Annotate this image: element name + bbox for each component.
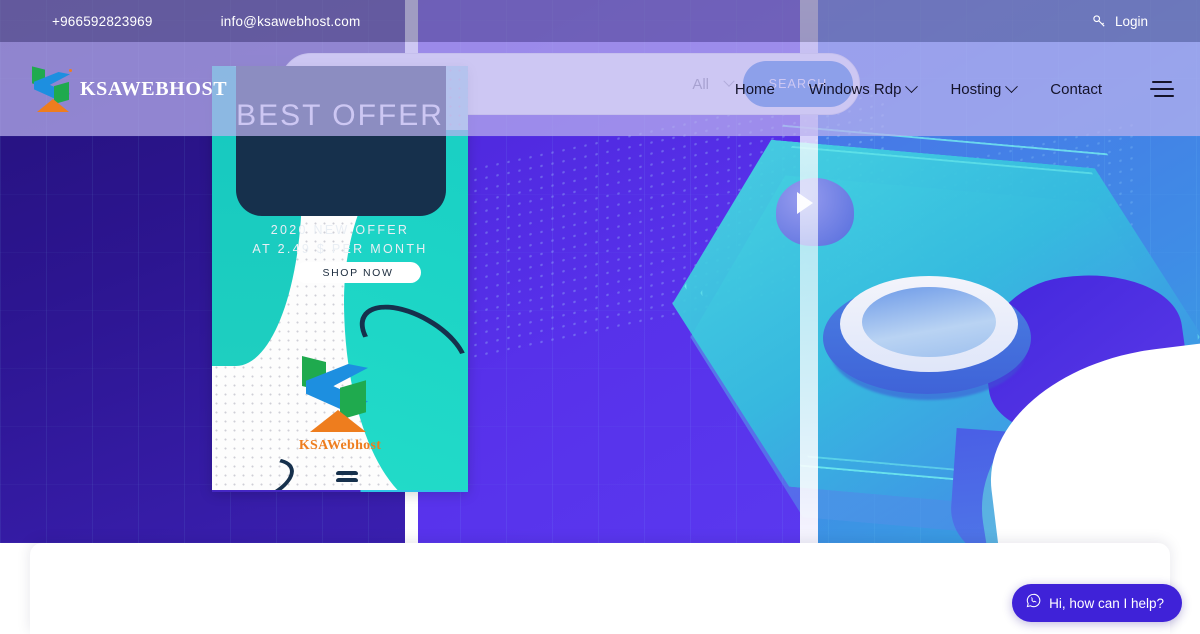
ksawebhost-logo-icon [32,66,72,112]
brand-logo-link[interactable]: KSAWEBHOST [32,66,227,112]
nav-item-contact-label: Contact [1050,80,1102,98]
email-address[interactable]: info@ksawebhost.com [221,14,361,29]
ksawebhost-logo-icon [302,356,370,432]
promo-subline: 2020 NEW OFFER AT 2.49 $ PER MONTH [212,221,468,259]
nav-item-home-label: Home [734,80,775,98]
login-label: Login [1114,13,1148,29]
search-section-card [30,543,1170,634]
nav-item-hosting[interactable]: Hosting [950,79,1019,98]
nav-item-windows-rdp[interactable]: Windows Rdp [808,79,919,98]
nav-item-contact[interactable]: Contact [1050,81,1102,98]
whatsapp-icon [1026,593,1041,613]
promo-logo-text: KSAWebhost [298,438,382,453]
chevron-down-icon [1005,79,1019,93]
main-navigation-bar: KSAWEBHOST Home Windows Rdp Hosting Cont… [0,42,1200,136]
phone-number[interactable]: +966592823969 [52,14,153,29]
nav-item-hosting-label: Hosting [950,80,1002,98]
whatsapp-chat-label: Hi, how can I help? [1049,595,1164,611]
topbar-contact-group: +966592823969 info@ksawebhost.com [0,14,360,29]
shop-now-button[interactable]: SHOP NOW [295,262,421,283]
promo-bottom-band [212,490,468,492]
whatsapp-chat-widget[interactable]: Hi, how can I help? [1012,584,1182,622]
chevron-down-icon [905,79,919,93]
login-link[interactable]: Login [1092,14,1148,29]
promo-subline-line1: 2020 NEW OFFER [270,223,410,237]
nav-item-home[interactable]: Home [735,81,775,98]
disc-inner-hole [862,287,996,357]
hamburger-menu-icon[interactable] [1150,81,1174,97]
promo-subline-line2: AT 2.49 $ PER MONTH [252,242,428,256]
nav-item-windows-rdp-label: Windows Rdp [808,80,902,98]
brand-name: KSAWEBHOST [80,77,228,100]
stacked-chevron-icon [336,471,358,485]
key-icon [1092,14,1107,29]
nav-links-group: Home Windows Rdp Hosting Contact [735,79,1174,98]
page-root: +966592823969 info@ksawebhost.com Login … [0,0,1200,634]
top-utility-bar: +966592823969 info@ksawebhost.com Login [0,0,1200,42]
